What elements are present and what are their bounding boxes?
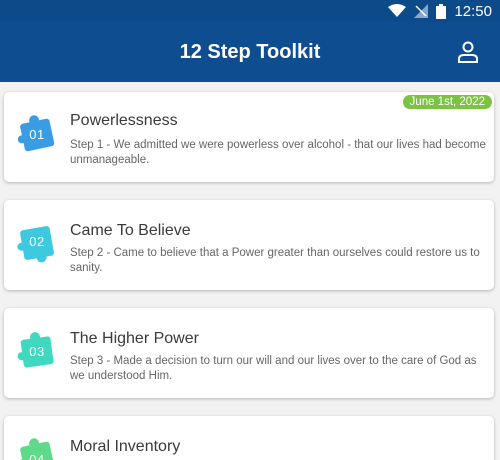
page-title: 12 Step Toolkit [179, 40, 321, 63]
profile-icon[interactable] [456, 40, 480, 64]
step-title: Moral Inventory [70, 438, 181, 455]
step-title: Powerlessness [70, 112, 178, 129]
step-title: Came To Believe [70, 222, 191, 239]
step-description: Step 3 - Made a decision to turn our wil… [70, 355, 477, 382]
step-number: 04 [29, 451, 45, 460]
step-description: Step 1 - We admitted we were powerless o… [70, 139, 486, 166]
status-time: 12:50 [454, 2, 492, 20]
step-title: The Higher Power [70, 330, 199, 347]
date-badge: June 1st, 2022 [402, 95, 492, 109]
wifi-icon [388, 4, 407, 17]
step-card[interactable]: 04 Moral Inventory [4, 416, 494, 460]
status-bar: 12:50 [0, 0, 500, 22]
step-number: 02 [29, 233, 45, 249]
step-description: Step 2 - Came to believe that a Power gr… [70, 247, 480, 274]
battery-icon [436, 3, 447, 19]
step-card[interactable]: 02 Came To Believe Step 2 - Came to beli… [4, 200, 494, 290]
step-number: 01 [29, 126, 45, 142]
signal-icon [414, 4, 429, 18]
app-bar: 12 Step Toolkit [0, 22, 500, 82]
step-number: 03 [29, 343, 45, 359]
step-card[interactable]: 01 Powerlessness Step 1 - We admitted we… [4, 92, 494, 182]
step-card[interactable]: 03 The Higher Power Step 3 - Made a deci… [4, 308, 494, 398]
